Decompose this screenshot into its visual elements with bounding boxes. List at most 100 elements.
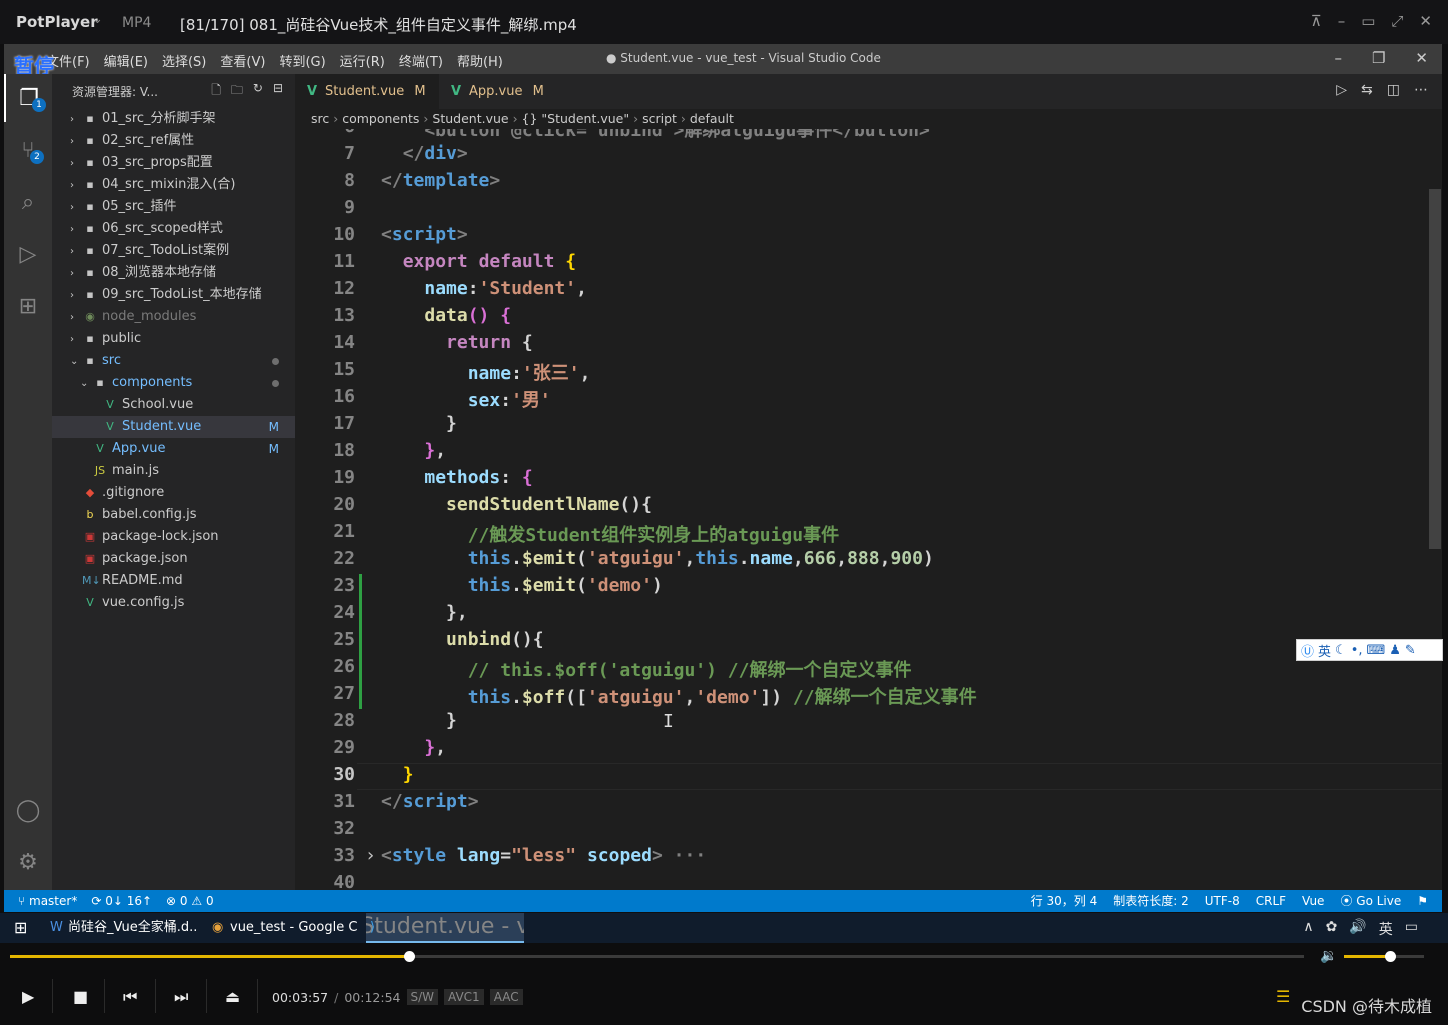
tray-app-icon[interactable]: ✿ <box>1326 919 1338 939</box>
code-line[interactable]: <style lang="less" scoped> ··· <box>381 845 706 866</box>
run-debug-icon[interactable]: ▷ <box>4 230 52 278</box>
notifications-icon[interactable]: ⚑ <box>1417 890 1428 912</box>
code-line[interactable]: </script> <box>381 791 479 812</box>
code-line[interactable]: this.$emit('atguigu',this.name,666,888,9… <box>381 548 934 569</box>
volume-icon[interactable]: 🔉 <box>1320 948 1337 964</box>
menu-item[interactable]: 帮助(H) <box>457 51 503 70</box>
tray-ime[interactable]: 英 <box>1379 919 1393 939</box>
ime-toolbar[interactable]: Ⓤ 英 ☾ •, ⌨ ♟ ✎ <box>1296 639 1443 661</box>
taskbar-vscode[interactable]: ⟩● Student.vue - vue... <box>366 913 524 943</box>
code-line[interactable]: sendStudentlName(){ <box>381 494 652 515</box>
minimize-icon[interactable]: – <box>1338 12 1346 30</box>
run-icon[interactable]: ▷ <box>1336 82 1347 98</box>
tree-item[interactable]: JS main.js <box>52 460 295 482</box>
moon-icon[interactable]: ☾ <box>1335 643 1347 658</box>
eject-icon[interactable]: ⏏ <box>225 987 240 1006</box>
more-icon[interactable]: ⋯ <box>1414 82 1428 98</box>
tab-app-vue[interactable]: V App.vue M <box>439 74 549 109</box>
taskbar-chrome[interactable]: ◉ vue_test - Google C... <box>208 913 358 943</box>
tree-item[interactable]: M↓README.md <box>52 570 295 592</box>
menu-item[interactable]: 终端(T) <box>399 51 443 70</box>
code-line[interactable]: methods: { <box>381 467 532 488</box>
tree-item[interactable]: › ▪ 03_src_props配置 <box>52 152 295 174</box>
code-line[interactable]: unbind(){ <box>381 629 544 650</box>
code-line[interactable]: </div> <box>381 143 468 164</box>
tree-item[interactable]: ▣ package.json <box>52 548 295 570</box>
audio-codec-tag[interactable]: AAC <box>489 989 523 1005</box>
seek-bar[interactable] <box>10 951 1304 962</box>
breadcrumb-item[interactable]: src <box>311 111 329 126</box>
tree-item[interactable]: V App.vue M <box>52 438 295 460</box>
compare-icon[interactable]: ⇆ <box>1361 82 1373 98</box>
tray-chevron-icon[interactable]: ∧ <box>1303 919 1313 939</box>
notification-center-icon[interactable]: ▭ <box>1405 919 1418 939</box>
tab-student-vue[interactable]: V Student.vue M ● <box>295 74 439 134</box>
menu-item[interactable]: 查看(V) <box>220 51 265 70</box>
branch-status[interactable]: ⑂ master* <box>18 890 77 912</box>
keyboard-icon[interactable]: ⌨ <box>1367 643 1386 658</box>
tree-item[interactable]: › ▪ 08_浏览器本地存储 <box>52 262 295 284</box>
search-icon[interactable]: ⌕ <box>4 178 52 226</box>
breadcrumb-item[interactable]: default <box>690 111 734 126</box>
menu-item[interactable]: 编辑(E) <box>104 51 148 70</box>
volume-icon[interactable]: 🔊 <box>1349 919 1366 939</box>
code-line[interactable]: </template> <box>381 170 500 191</box>
split-editor-icon[interactable]: ◫ <box>1387 82 1400 98</box>
next-icon[interactable]: ⏭ <box>174 987 188 1007</box>
tree-item[interactable]: V Student.vue M <box>52 416 295 438</box>
scrollbar-thumb[interactable] <box>1429 189 1441 549</box>
tree-item[interactable]: Vvue.config.js <box>52 592 295 614</box>
wrench-icon[interactable]: ✎ <box>1405 643 1416 658</box>
tree-item[interactable]: ◆ .gitignore <box>52 482 295 504</box>
eol[interactable]: CRLF <box>1256 890 1286 912</box>
code-line[interactable]: //触发Student组件实例身上的atguigu事件 <box>381 521 839 547</box>
player-brand[interactable]: PotPlayer <box>16 13 98 31</box>
video-codec-tag[interactable]: AVC1 <box>444 989 484 1005</box>
playlist-icon[interactable]: ☰ <box>1276 987 1290 1006</box>
scrollbar[interactable] <box>1428 129 1442 890</box>
new-file-icon[interactable]: 🗋 <box>211 81 221 102</box>
tree-item[interactable]: › ▪ 07_src_TodoList案例 <box>52 240 295 262</box>
fullscreen-icon[interactable]: ⤢ <box>1391 12 1403 30</box>
previous-icon[interactable]: ⏮ <box>123 987 137 1007</box>
tree-item[interactable]: b babel.config.js <box>52 504 295 526</box>
code-line[interactable]: data() { <box>381 305 511 326</box>
tree-item[interactable]: › ▪ 04_src_mixin混入(合) <box>52 174 295 196</box>
volume-handle[interactable] <box>1385 951 1397 962</box>
collapse-all-icon[interactable]: ⊟ <box>273 81 283 102</box>
code-line[interactable]: <script> <box>381 224 468 245</box>
breadcrumb-item[interactable]: components <box>342 111 419 126</box>
breadcrumb-item[interactable]: Student.vue <box>432 111 508 126</box>
windows-start-icon[interactable]: ⊞ <box>14 918 27 937</box>
menu-item[interactable]: 运行(R) <box>340 51 385 70</box>
encoding[interactable]: UTF-8 <box>1205 890 1240 912</box>
taskbar-word[interactable]: W 尚硅谷_Vue全家桶.d... <box>46 913 198 943</box>
tree-item[interactable]: › ▪ public <box>52 328 295 350</box>
user-icon[interactable]: ♟ <box>1389 643 1401 658</box>
explorer-icon[interactable]: ❐ 1 <box>4 74 52 122</box>
punctuation-icon[interactable]: •, <box>1351 643 1363 658</box>
code-line[interactable]: this.$emit('demo') <box>381 575 663 596</box>
close-icon[interactable]: ✕ <box>1415 49 1428 67</box>
code-line[interactable]: } <box>381 764 414 785</box>
breadcrumb-item[interactable]: script <box>642 111 677 126</box>
tree-item[interactable]: › ◉ node_modules <box>52 306 295 328</box>
code-line[interactable]: }, <box>381 737 446 758</box>
code-line[interactable]: export default { <box>381 251 576 272</box>
code-line[interactable]: name:'Student', <box>381 278 587 299</box>
tree-item[interactable]: › ▪ 05_src_插件 <box>52 196 295 218</box>
sync-status[interactable]: ⟳ 0↓ 16↑ <box>91 890 152 912</box>
tree-item[interactable]: V School.vue <box>52 394 295 416</box>
tree-item[interactable]: › ▪ 01_src_分析脚手架 <box>52 108 295 130</box>
code-line[interactable]: }, <box>381 440 446 461</box>
code-line[interactable]: this.$off(['atguigu','demo']) //解绑一个自定义事… <box>381 683 977 709</box>
account-icon[interactable]: ◯ <box>4 786 52 834</box>
code-line[interactable]: // this.$off('atguigu') //解绑一个自定义事件 <box>381 656 912 682</box>
code-line[interactable]: } <box>381 710 457 731</box>
refresh-icon[interactable]: ↻ <box>253 81 263 102</box>
go-live[interactable]: ⦿ Go Live <box>1340 890 1401 912</box>
volume-slider[interactable] <box>1344 951 1424 962</box>
play-icon[interactable]: ▶ <box>22 987 34 1006</box>
seek-handle[interactable] <box>403 951 415 962</box>
code-line[interactable]: return { <box>381 332 533 353</box>
